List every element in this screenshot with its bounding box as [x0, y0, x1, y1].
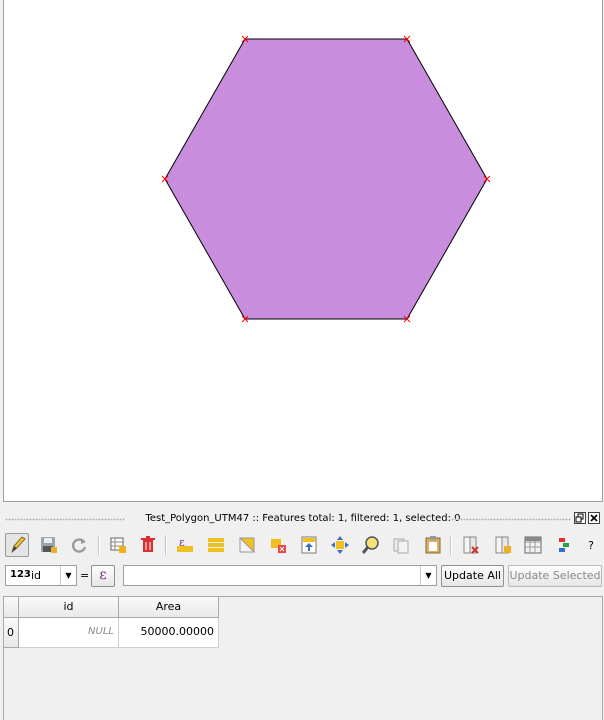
attribute-table[interactable]: id Area 0 NULL 50000.00000: [3, 596, 603, 720]
invert-selection-icon: [239, 536, 256, 553]
delete-feature-icon: [141, 536, 155, 552]
svg-text:ε: ε: [179, 536, 185, 549]
equals-label: =: [80, 569, 90, 582]
pan-to-selection-icon: [331, 536, 349, 554]
toggle-editing-button[interactable]: [5, 533, 29, 557]
toolbar-separator: [450, 535, 452, 555]
expression-select-icon: ε: [177, 536, 193, 552]
save-edits-button[interactable]: [37, 533, 61, 557]
expression-builder-button[interactable]: ε: [91, 565, 115, 587]
close-icon: [590, 514, 598, 522]
select-all-icon: [208, 538, 224, 552]
column-header-id[interactable]: id: [19, 597, 119, 618]
save-edits-icon: [41, 537, 57, 553]
move-selection-top-icon: [301, 536, 317, 554]
expression-icon: ε: [99, 567, 107, 583]
expression-input[interactable]: ▼: [123, 565, 437, 586]
cell-id[interactable]: NULL: [19, 618, 119, 648]
copy-rows-button[interactable]: [389, 533, 413, 557]
zoom-to-selection-icon: [361, 536, 379, 554]
select-all-button[interactable]: [204, 533, 228, 557]
field-type-badge: 123: [10, 569, 31, 580]
close-button[interactable]: [588, 512, 600, 524]
delete-field-button[interactable]: [459, 533, 483, 557]
paste-features-icon: [425, 536, 441, 554]
reload-icon: [72, 538, 87, 553]
conditional-formatting-button[interactable]: [552, 533, 576, 557]
toggle-editing-icon: [11, 536, 26, 554]
update-selected-button[interactable]: Update Selected: [508, 565, 602, 587]
corner-select-all[interactable]: [4, 597, 19, 618]
conditional-formatting-icon: [559, 538, 569, 552]
field-selector-combo[interactable]: 123 id ▼: [5, 565, 77, 586]
float-window-button[interactable]: [574, 512, 586, 524]
reload-button[interactable]: [67, 533, 91, 557]
field-selector-value: id: [31, 569, 42, 582]
column-header-area[interactable]: Area: [119, 597, 219, 618]
move-selection-top-button[interactable]: [297, 533, 321, 557]
copy-rows-icon: [393, 538, 409, 554]
chevron-down-icon: ▼: [420, 566, 436, 585]
attribute-table-titlebar[interactable]: Test_Polygon_UTM47 :: Features total: 1,…: [3, 510, 603, 528]
field-calculator-bar: 123 id ▼ = ε ▼ Update All Update Selecte…: [3, 564, 603, 588]
update-all-button[interactable]: Update All: [441, 565, 504, 587]
add-feature-button[interactable]: [106, 533, 130, 557]
map-view[interactable]: [4, 0, 604, 500]
row-header[interactable]: 0: [4, 618, 19, 648]
new-field-button[interactable]: [491, 533, 515, 557]
zoom-to-selection-button[interactable]: [359, 533, 383, 557]
delete-feature-button[interactable]: [136, 533, 160, 557]
help-icon: ?: [588, 538, 594, 552]
chevron-down-icon: ▼: [60, 566, 76, 585]
invert-selection-button[interactable]: [235, 533, 259, 557]
delete-field-icon: [463, 536, 479, 554]
field-calculator-icon: [524, 536, 542, 554]
deselect-all-icon: [271, 539, 286, 553]
map-canvas[interactable]: [3, 0, 603, 502]
restore-icon: [575, 513, 584, 523]
add-feature-icon: [110, 537, 126, 553]
attribute-table-toolbar: ε ?: [3, 532, 603, 560]
help-button[interactable]: ?: [579, 533, 603, 557]
toolbar-separator: [165, 535, 167, 555]
new-field-icon: [495, 536, 511, 554]
pan-to-selection-button[interactable]: [328, 533, 352, 557]
toolbar-separator: [98, 535, 100, 555]
field-calculator-button[interactable]: [521, 533, 545, 557]
expression-select-button[interactable]: ε: [173, 533, 197, 557]
paste-features-button[interactable]: [421, 533, 445, 557]
deselect-all-button[interactable]: [267, 533, 291, 557]
hexagon-polygon-feature[interactable]: [164, 38, 488, 320]
grip-right: [451, 518, 571, 521]
cell-area[interactable]: 50000.00000: [119, 618, 219, 648]
